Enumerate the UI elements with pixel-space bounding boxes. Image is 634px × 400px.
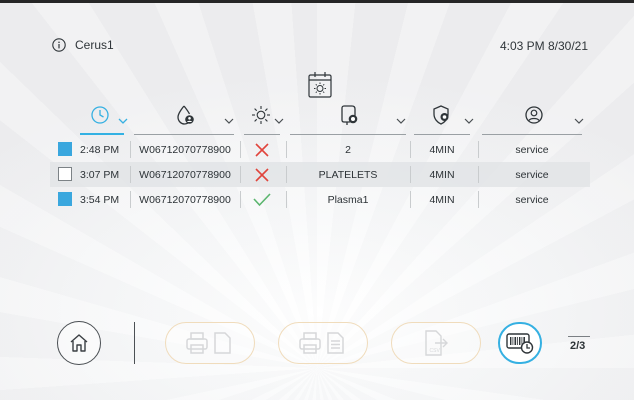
row-user: service: [515, 143, 549, 156]
row-product: 2: [345, 143, 351, 156]
row-checkbox[interactable]: [58, 142, 72, 156]
sort-illumination-column[interactable]: [244, 103, 284, 135]
row-product: PLATELETS: [318, 168, 378, 181]
row-time: 2:48 PM: [80, 143, 120, 156]
chevron-down-icon: [464, 118, 474, 124]
row-id: W06712070778900: [139, 168, 231, 181]
page-indicator: 2/3: [567, 336, 591, 352]
row-id: W06712070778900: [139, 193, 231, 206]
clock: 4:03 PM 8/30/21: [499, 39, 588, 53]
chevron-down-icon: [274, 118, 284, 124]
row-user: service: [515, 193, 549, 206]
table-row[interactable]: 3:07 PM W06712070778900 PLATELETS 4MIN s…: [50, 162, 590, 187]
fail-icon: [244, 137, 280, 162]
row-duration: 4MIN: [429, 193, 455, 206]
home-button[interactable]: [57, 321, 101, 365]
csv-export-icon: CSV: [425, 330, 448, 356]
home-icon: [70, 334, 88, 352]
row-user: service: [515, 168, 549, 181]
sort-time-column[interactable]: [80, 103, 128, 135]
chevron-down-icon: [574, 118, 584, 124]
sort-product-column[interactable]: [290, 103, 408, 135]
sort-id-column[interactable]: [134, 103, 236, 135]
sort-operator-column[interactable]: [482, 103, 586, 135]
print-detail-button[interactable]: [278, 322, 368, 364]
sort-treatment-column[interactable]: [414, 103, 474, 135]
calendar-filter-button[interactable]: [306, 70, 334, 100]
print-summary-button[interactable]: [165, 322, 255, 364]
barcode-scan-button[interactable]: [498, 322, 542, 364]
row-duration: 4MIN: [429, 168, 455, 181]
row-duration: 4MIN: [429, 143, 455, 156]
clock-icon: [91, 106, 109, 124]
footer-divider: [134, 322, 135, 364]
pass-icon: [244, 187, 280, 212]
fail-icon: [244, 162, 280, 187]
row-time: 3:07 PM: [80, 168, 120, 181]
user-icon: [525, 106, 543, 124]
print-document-icon: [299, 332, 344, 354]
device-info[interactable]: Cerus1: [52, 38, 114, 52]
table-body: 2:48 PM W06712070778900 2 4MIN service 3…: [50, 137, 590, 212]
table-row[interactable]: 2:48 PM W06712070778900 2 4MIN service: [50, 137, 590, 162]
row-product: Plasma1: [327, 193, 369, 206]
row-time: 3:54 PM: [80, 193, 120, 206]
device-name: Cerus1: [75, 38, 114, 52]
chevron-down-icon: [224, 118, 234, 124]
top-border: [0, 0, 634, 3]
chevron-down-icon: [118, 118, 128, 124]
info-icon[interactable]: [52, 38, 66, 52]
row-id: W06712070778900: [139, 143, 231, 156]
calendar-sun-icon: [308, 72, 332, 98]
barcode-scan-icon: [506, 333, 534, 354]
chevron-down-icon: [396, 118, 406, 124]
table-header: [50, 103, 590, 135]
treatment-shield-icon: [433, 105, 449, 125]
row-checkbox[interactable]: [58, 167, 72, 181]
row-checkbox[interactable]: [58, 192, 72, 206]
screen: Cerus1 4:03 PM 8/30/21 2:48 PM W06712070…: [0, 0, 634, 400]
table-row[interactable]: 3:54 PM W06712070778900 Plasma1 4MIN ser…: [50, 187, 590, 212]
donor-drop-icon: [177, 105, 194, 125]
svg-text:CSV: CSV: [430, 348, 441, 354]
illumination-icon: [252, 106, 270, 124]
product-bag-icon: [341, 105, 358, 125]
export-csv-button[interactable]: CSV: [391, 322, 481, 364]
print-page-icon: [186, 332, 231, 354]
